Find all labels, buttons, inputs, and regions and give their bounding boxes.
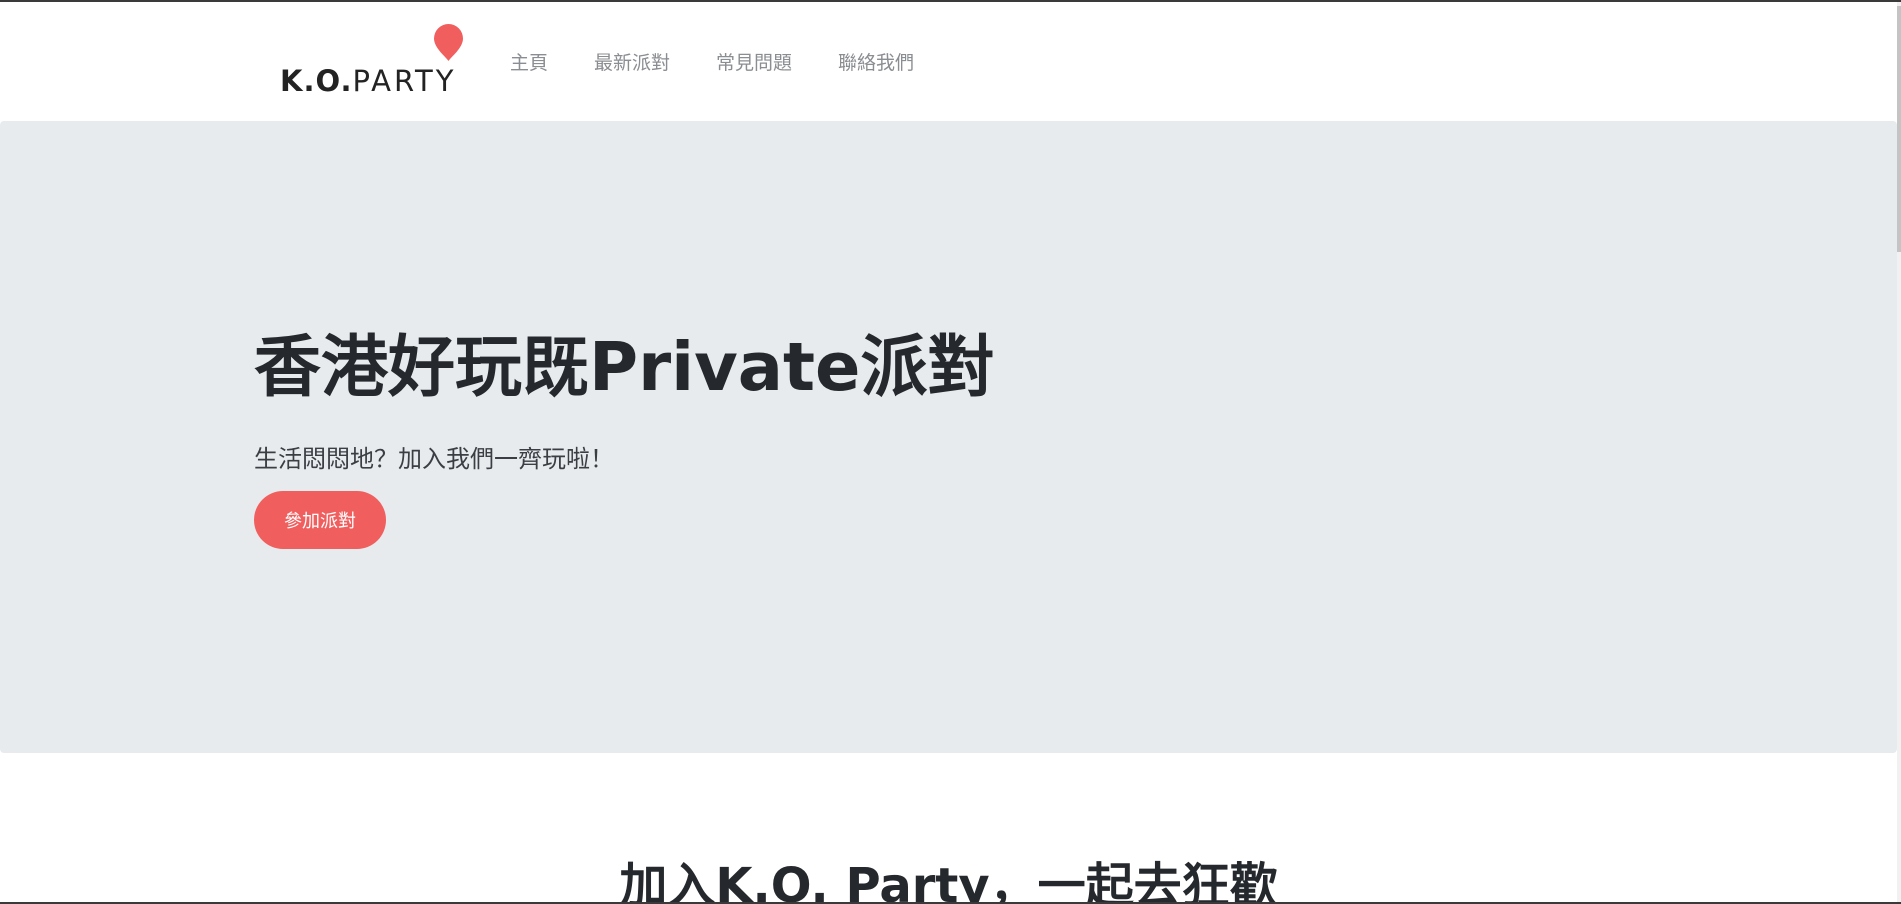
map-pin-icon [434, 24, 463, 61]
brand-wordmark: K.O.PARTY [280, 64, 456, 98]
page-viewport: K.O.PARTY 主頁 最新派對 常見問題 聯絡我們 香港好玩既Private… [0, 0, 1901, 904]
nav-item-contact[interactable]: 聯絡我們 [838, 48, 914, 75]
main-nav: 主頁 最新派對 常見問題 聯絡我們 [510, 48, 960, 75]
top-navbar: K.O.PARTY 主頁 最新派對 常見問題 聯絡我們 [0, 2, 1897, 121]
nav-item-faq[interactable]: 常見問題 [716, 48, 792, 75]
nav-item-latest-parties[interactable]: 最新派對 [594, 48, 670, 75]
hero-banner: 香港好玩既Private派對 生活悶悶地？加入我們一齊玩啦！ 參加派對 [0, 121, 1897, 753]
page-scrollbar[interactable] [1897, 2, 1901, 904]
join-party-button[interactable]: 參加派對 [254, 491, 386, 549]
hero-subtitle: 生活悶悶地？加入我們一齊玩啦！ [254, 445, 614, 473]
nav-item-home[interactable]: 主頁 [510, 48, 548, 75]
scrollbar-thumb[interactable] [1897, 6, 1901, 252]
section-heading: 加入K.O. Party，一起去狂歡 [619, 858, 1278, 904]
brand-wordmark-party: PARTY [352, 64, 457, 98]
brand-wordmark-ko: K.O. [280, 64, 353, 98]
hero-title: 香港好玩既Private派對 [254, 328, 995, 406]
brand-logo[interactable]: K.O.PARTY [280, 24, 465, 99]
